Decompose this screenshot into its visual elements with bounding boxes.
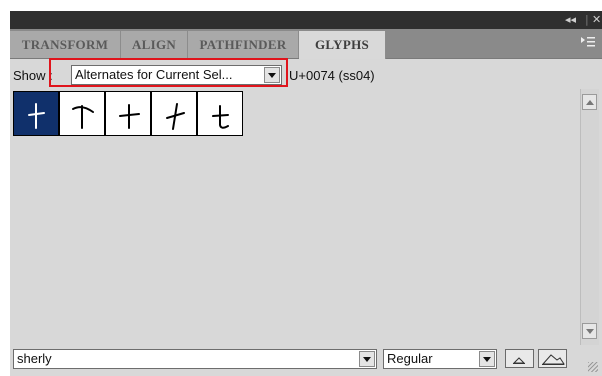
titlebar-divider: | <box>585 13 589 26</box>
glyphs-panel: ◂◂ | ✕ TRANSFORM ALIGN PATHFINDER GLYPHS… <box>0 0 602 376</box>
scroll-up-icon[interactable] <box>582 94 597 110</box>
panel-titlebar: ◂◂ | ✕ <box>10 11 602 29</box>
resize-grip[interactable] <box>588 362 598 372</box>
zoom-in-button[interactable] <box>538 349 567 368</box>
glyph-code-label: U+0074 (ss04) <box>289 68 375 83</box>
close-icon[interactable]: ✕ <box>592 12 601 28</box>
t-alt-2-icon <box>72 105 94 129</box>
t-alt-1-icon <box>28 103 45 129</box>
chevron-down-icon[interactable] <box>359 351 375 367</box>
t-alt-4-icon <box>166 103 185 130</box>
font-family-value: sherly <box>17 351 52 366</box>
font-style-dropdown[interactable]: Regular <box>383 349 497 369</box>
zoom-out-button[interactable] <box>505 349 534 368</box>
scroll-down-icon[interactable] <box>582 323 597 339</box>
tab-align[interactable]: ALIGN <box>121 31 188 58</box>
font-family-dropdown[interactable]: sherly <box>13 349 377 369</box>
panel-menu-icon[interactable] <box>580 35 596 52</box>
tab-transform[interactable]: TRANSFORM <box>10 31 121 58</box>
tab-glyphs[interactable]: GLYPHS <box>299 31 386 59</box>
vertical-scrollbar[interactable] <box>580 89 599 345</box>
font-style-value: Regular <box>387 351 433 366</box>
glyph-cell-1[interactable] <box>13 91 59 136</box>
t-alt-3-icon <box>119 104 140 129</box>
glyph-cell-2[interactable] <box>59 91 105 136</box>
collapse-icon[interactable]: ◂◂ <box>565 12 576 28</box>
glyph-cell-4[interactable] <box>151 91 197 136</box>
chevron-down-icon[interactable] <box>479 351 495 367</box>
tab-pathfinder[interactable]: PATHFINDER <box>188 31 299 58</box>
glyph-cell-5[interactable] <box>197 91 243 136</box>
highlight-box <box>49 58 288 87</box>
show-label: Show : <box>13 68 53 83</box>
large-mountain-icon <box>541 354 565 365</box>
small-mountain-icon <box>512 357 526 364</box>
glyph-cell-3[interactable] <box>105 91 151 136</box>
t-alt-5-icon <box>212 105 229 129</box>
panel-tabs: TRANSFORM ALIGN PATHFINDER GLYPHS <box>10 29 602 59</box>
